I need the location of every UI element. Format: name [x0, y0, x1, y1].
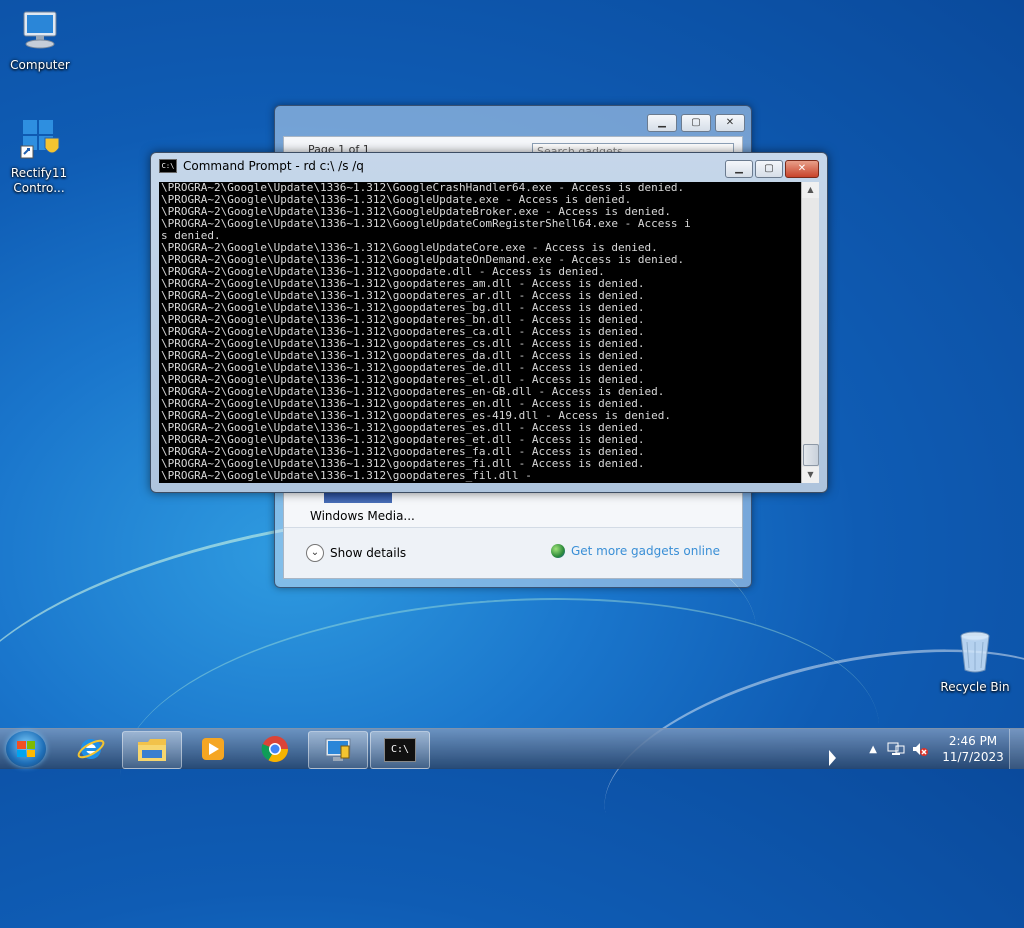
cmd-caption-buttons: ▁ ▢ ✕ — [725, 160, 819, 178]
clock-date: 11/7/2023 — [942, 750, 1004, 764]
desktop-icon-computer[interactable]: Computer — [2, 8, 78, 73]
cmd-titlebar[interactable]: C:\ Command Prompt - rd c:\ /s /q — [159, 159, 364, 173]
desktop-icon-recycle-bin[interactable]: Recycle Bin — [937, 630, 1013, 695]
folder-icon — [138, 739, 166, 761]
cmd-window-title: Command Prompt - rd c:\ /s /q — [183, 159, 364, 173]
control-panel-icon — [1, 116, 77, 164]
desktop-icon-label: Rectify11 Contro... — [10, 166, 68, 195]
gadget-tile-label[interactable]: Windows Media... — [310, 509, 415, 523]
chrome-icon — [261, 736, 289, 763]
maximize-button[interactable]: ▢ — [755, 160, 783, 178]
computer-icon — [2, 8, 78, 56]
cmd-icon: C:\ — [384, 738, 416, 762]
console-output[interactable]: \PROGRA~2\Google\Update\1336~1.312\Googl… — [159, 182, 801, 483]
show-details-button[interactable]: ⌄ Show details — [306, 544, 406, 562]
gadget-caption-buttons: ▁ ▢ ✕ — [647, 114, 745, 132]
network-icon[interactable] — [887, 741, 905, 757]
scroll-down-arrow-icon[interactable]: ▼ — [802, 467, 819, 483]
desktop-icon-rectify11[interactable]: Rectify11 Contro... — [1, 116, 77, 196]
show-desktop-button[interactable] — [1009, 729, 1024, 769]
close-button[interactable]: ✕ — [785, 160, 819, 178]
start-button[interactable] — [6, 731, 46, 767]
clock-time: 2:46 PM — [948, 734, 998, 748]
desktop-icon-label: Computer — [10, 58, 70, 72]
chevron-down-icon: ⌄ — [306, 544, 324, 562]
recycle-bin-icon — [937, 630, 1013, 678]
taskbar: C:\ ▲ 2:46 PM 11/7/2023 — [0, 728, 1024, 769]
windows-logo-icon — [17, 741, 35, 757]
console-line: \PROGRA~2\Google\Update\1336~1.312\Googl… — [161, 217, 691, 230]
mouse-cursor-icon — [829, 750, 836, 766]
console-line: \PROGRA~2\Google\Update\1336~1.312\goopd… — [161, 469, 532, 482]
gadget-footer: ⌄ Show details Get more gadgets online — [284, 527, 742, 578]
taskbar-internet-explorer[interactable] — [62, 731, 120, 767]
taskbar-chrome[interactable] — [246, 731, 304, 767]
show-details-label: Show details — [330, 546, 407, 560]
cmd-icon: C:\ — [159, 159, 177, 173]
taskbar-command-prompt[interactable]: C:\ — [370, 731, 430, 769]
desktop-icon-label: Recycle Bin — [940, 680, 1010, 694]
scroll-up-arrow-icon[interactable]: ▲ — [802, 182, 819, 198]
taskbar-file-explorer[interactable] — [122, 731, 182, 769]
show-hidden-icons-arrow-icon[interactable]: ▲ — [869, 744, 877, 755]
internet-explorer-icon — [77, 739, 105, 759]
console-scrollbar[interactable]: ▲ ▼ — [801, 182, 819, 483]
command-prompt-window[interactable]: C:\ Command Prompt - rd c:\ /s /q ▁ ▢ ✕ … — [150, 152, 828, 493]
taskbar-media-player[interactable] — [184, 731, 242, 767]
taskbar-control-panel[interactable] — [308, 731, 368, 769]
control-panel-icon — [325, 738, 351, 761]
scroll-thumb[interactable] — [803, 444, 819, 466]
volume-muted-icon[interactable] — [911, 741, 929, 757]
media-player-icon — [202, 738, 224, 760]
minimize-button[interactable]: ▁ — [647, 114, 677, 132]
get-more-gadgets-link[interactable]: Get more gadgets online — [550, 544, 720, 558]
minimize-button[interactable]: ▁ — [725, 160, 753, 178]
globe-icon — [550, 544, 565, 558]
maximize-button[interactable]: ▢ — [681, 114, 711, 132]
get-more-gadgets-label: Get more gadgets online — [570, 544, 720, 558]
taskbar-clock[interactable]: 2:46 PM 11/7/2023 — [937, 733, 1009, 765]
close-button[interactable]: ✕ — [715, 114, 745, 132]
system-tray: ▲ 2:46 PM 11/7/2023 — [869, 729, 1024, 769]
